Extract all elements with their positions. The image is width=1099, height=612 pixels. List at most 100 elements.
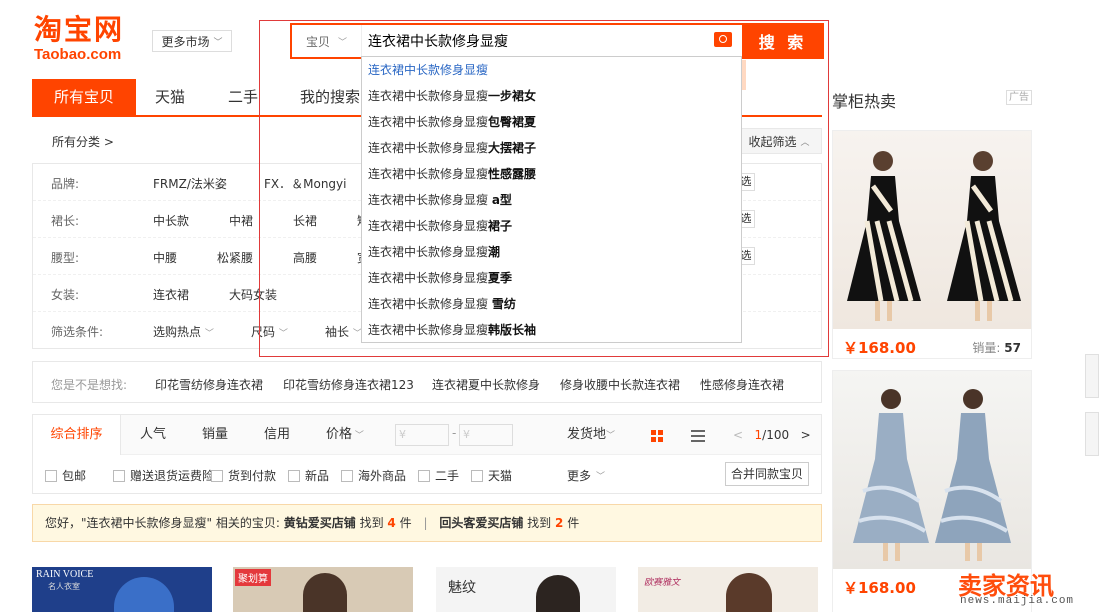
tab-all[interactable]: 所有宝贝: [32, 79, 136, 115]
filter-option[interactable]: 松紧腰: [217, 249, 253, 266]
filter-option[interactable]: 尺码 ﹀: [251, 323, 288, 340]
suggest-link[interactable]: 性感修身连衣裙: [700, 376, 784, 393]
sort-price[interactable]: 价格 ﹀: [319, 415, 371, 455]
sort-default[interactable]: 综合排序: [33, 415, 121, 455]
checkbox-return-insurance[interactable]: 赠送退货运费险: [113, 467, 214, 484]
suggestion-item[interactable]: 连衣裙中长款修身显瘦包臀裙夏: [362, 109, 741, 135]
checkbox-cod[interactable]: 货到付款: [211, 467, 276, 484]
taobao-logo-en[interactable]: Taobao.com: [34, 46, 121, 63]
suggest-link[interactable]: 印花雪纺修身连衣裙: [155, 376, 263, 393]
ad-tag: 广告: [1006, 90, 1032, 105]
filter-option[interactable]: 袖长 ﹀: [325, 323, 362, 340]
list-view-icon[interactable]: [691, 430, 705, 442]
taobao-logo[interactable]: 淘宝网: [34, 14, 124, 46]
suggest-link[interactable]: 印花雪纺修身连衣裙123: [283, 376, 414, 393]
filter-option[interactable]: 连衣裙: [153, 286, 189, 303]
sort-sales[interactable]: 销量: [193, 415, 237, 455]
side-toolbar-tab[interactable]: [1085, 354, 1099, 398]
filter-option[interactable]: 大码女装: [229, 286, 277, 303]
search-suggestions: 连衣裙中长款修身显瘦 连衣裙中长款修身显瘦一步裙女 连衣裙中长款修身显瘦包臀裙夏…: [361, 56, 742, 343]
product-thumbnail[interactable]: 欧赛雅文: [638, 567, 818, 612]
suggestion-item[interactable]: 连衣裙中长款修身显瘦裙子: [362, 213, 741, 239]
suggestion-item[interactable]: 连衣裙中长款修身显瘦性感露腰: [362, 161, 741, 187]
suggestion-item[interactable]: 连衣裙中长款修身显瘦韩版长袖: [362, 317, 741, 343]
price-min-input[interactable]: ¥: [395, 424, 449, 446]
product-thumbnail[interactable]: 聚划算: [233, 567, 413, 612]
suggestion-item[interactable]: 连衣裙中长款修身显瘦 a型: [362, 187, 741, 213]
suggest-link[interactable]: 连衣裙夏中长款修身: [432, 376, 540, 393]
filter-option[interactable]: 中长款: [153, 212, 189, 229]
tab-my-search[interactable]: 我的搜索: [300, 79, 360, 115]
sort-row: 综合排序 人气 销量 信用 价格 ﹀ ¥ - ¥ 发货地﹀ < 1/100 >: [33, 415, 821, 455]
price-dash: -: [452, 426, 457, 440]
checkbox-tmall[interactable]: 天猫: [471, 467, 512, 484]
filter-option[interactable]: 高腰: [293, 249, 317, 266]
sort-popularity[interactable]: 人气: [131, 415, 175, 455]
search-type-label: 宝贝: [305, 34, 330, 49]
notice-count: 4: [387, 516, 396, 530]
product-image: [833, 371, 1031, 569]
notice-count: 2: [555, 516, 564, 530]
notice-text: 件: [399, 516, 412, 530]
notice-text: 找到: [359, 516, 384, 530]
more-markets-dropdown[interactable]: 更多市场 ﹀: [152, 30, 232, 52]
search-button[interactable]: 搜 索: [742, 23, 824, 59]
notice-shop-link[interactable]: 回头客爱买店铺: [439, 516, 523, 530]
price-max-input[interactable]: ¥: [459, 424, 513, 446]
more-markets-label: 更多市场: [161, 34, 210, 49]
search-input[interactable]: [364, 25, 704, 57]
filter-label: 筛选条件:: [51, 325, 104, 339]
suggest-link[interactable]: 修身收腰中长款连衣裙: [560, 376, 680, 393]
more-filters-dropdown[interactable]: 更多 ﹀: [567, 467, 605, 484]
filter-checkboxes: 包邮 赠送退货运费险 货到付款 新品 海外商品 二手 天猫 更多 ﹀ 合并同款宝贝: [33, 455, 821, 493]
suggestion-item[interactable]: 连衣裙中长款修身显瘦 雪纺: [362, 291, 741, 317]
chevron-down-icon: ﹀: [213, 37, 223, 48]
filter-option[interactable]: FX．＆Mongyi: [264, 175, 346, 192]
checkbox-overseas[interactable]: 海外商品: [341, 467, 406, 484]
merge-same-button[interactable]: 合并同款宝贝: [725, 462, 809, 486]
checkbox-new[interactable]: 新品: [288, 467, 329, 484]
product-thumbnail[interactable]: 魅纹: [436, 567, 616, 612]
shopkeeper-hot-title: 掌柜热卖: [832, 92, 897, 111]
suggestion-item[interactable]: 连衣裙中长款修身显瘦: [362, 57, 741, 83]
chevron-down-icon: ﹀: [338, 37, 348, 48]
checkbox-secondhand[interactable]: 二手: [418, 467, 459, 484]
sort-credit[interactable]: 信用: [255, 415, 299, 455]
ship-from-select[interactable]: 发货地﹀: [563, 415, 619, 455]
filter-option[interactable]: 中裙: [229, 212, 253, 229]
notice-shop-link[interactable]: 黄钻爱买店铺: [284, 516, 356, 530]
tab-secondhand[interactable]: 二手: [228, 79, 258, 115]
suggestion-item[interactable]: 连衣裙中长款修身显瘦夏季: [362, 265, 741, 291]
filter-label: 品牌:: [51, 177, 80, 191]
camera-icon[interactable]: [714, 32, 732, 47]
collapse-filters-button[interactable]: 收起筛选 ︿: [736, 128, 822, 154]
grid-view-icon[interactable]: [651, 430, 663, 442]
filter-label: 女装:: [51, 288, 80, 302]
chevron-up-icon: ︿: [800, 137, 810, 148]
pager: < 1/100 >: [733, 415, 811, 455]
filter-option[interactable]: 中腰: [153, 249, 177, 266]
filter-option[interactable]: FRMZ/法米姿: [153, 175, 227, 192]
breadcrumb[interactable]: 所有分类 >: [52, 133, 114, 150]
filter-option[interactable]: 选购热点 ﹀: [153, 323, 214, 340]
page-current: 1: [754, 428, 763, 442]
product-thumbnail[interactable]: RAIN VOICE 名人衣室: [32, 567, 212, 612]
dress-illustration: [853, 389, 1011, 561]
side-toolbar-tab[interactable]: [1085, 412, 1099, 456]
did-you-mean: 您是不是想找: 印花雪纺修身连衣裙 印花雪纺修身连衣裙123 连衣裙夏中长款修身…: [32, 361, 822, 403]
tab-tmall[interactable]: 天猫: [155, 79, 185, 115]
product-image: [833, 131, 1031, 329]
filter-option[interactable]: 长裙: [293, 212, 317, 229]
suggestion-item[interactable]: 连衣裙中长款修身显瘦潮: [362, 239, 741, 265]
product-sales: 销量: 57: [972, 341, 1021, 355]
sort-bar: 综合排序 人气 销量 信用 价格 ﹀ ¥ - ¥ 发货地﹀ < 1/100 > …: [32, 414, 822, 494]
search-type-select[interactable]: 宝贝 ﹀: [292, 25, 362, 57]
suggestion-item[interactable]: 连衣裙中长款修身显瘦一步裙女: [362, 83, 741, 109]
notice-prefix: 您好，"连衣裙中长款修身显瘦" 相关的宝贝:: [45, 516, 280, 530]
suggestion-item[interactable]: 连衣裙中长款修身显瘦大摆裙子: [362, 135, 741, 161]
prev-page-icon[interactable]: <: [733, 428, 743, 442]
checkbox-free-shipping[interactable]: 包邮: [45, 467, 86, 484]
watermark-url: news.maijia.com: [960, 595, 1075, 607]
hot-product-card[interactable]: ￥168.00 销量: 57: [832, 130, 1032, 359]
next-page-icon[interactable]: >: [801, 428, 811, 442]
